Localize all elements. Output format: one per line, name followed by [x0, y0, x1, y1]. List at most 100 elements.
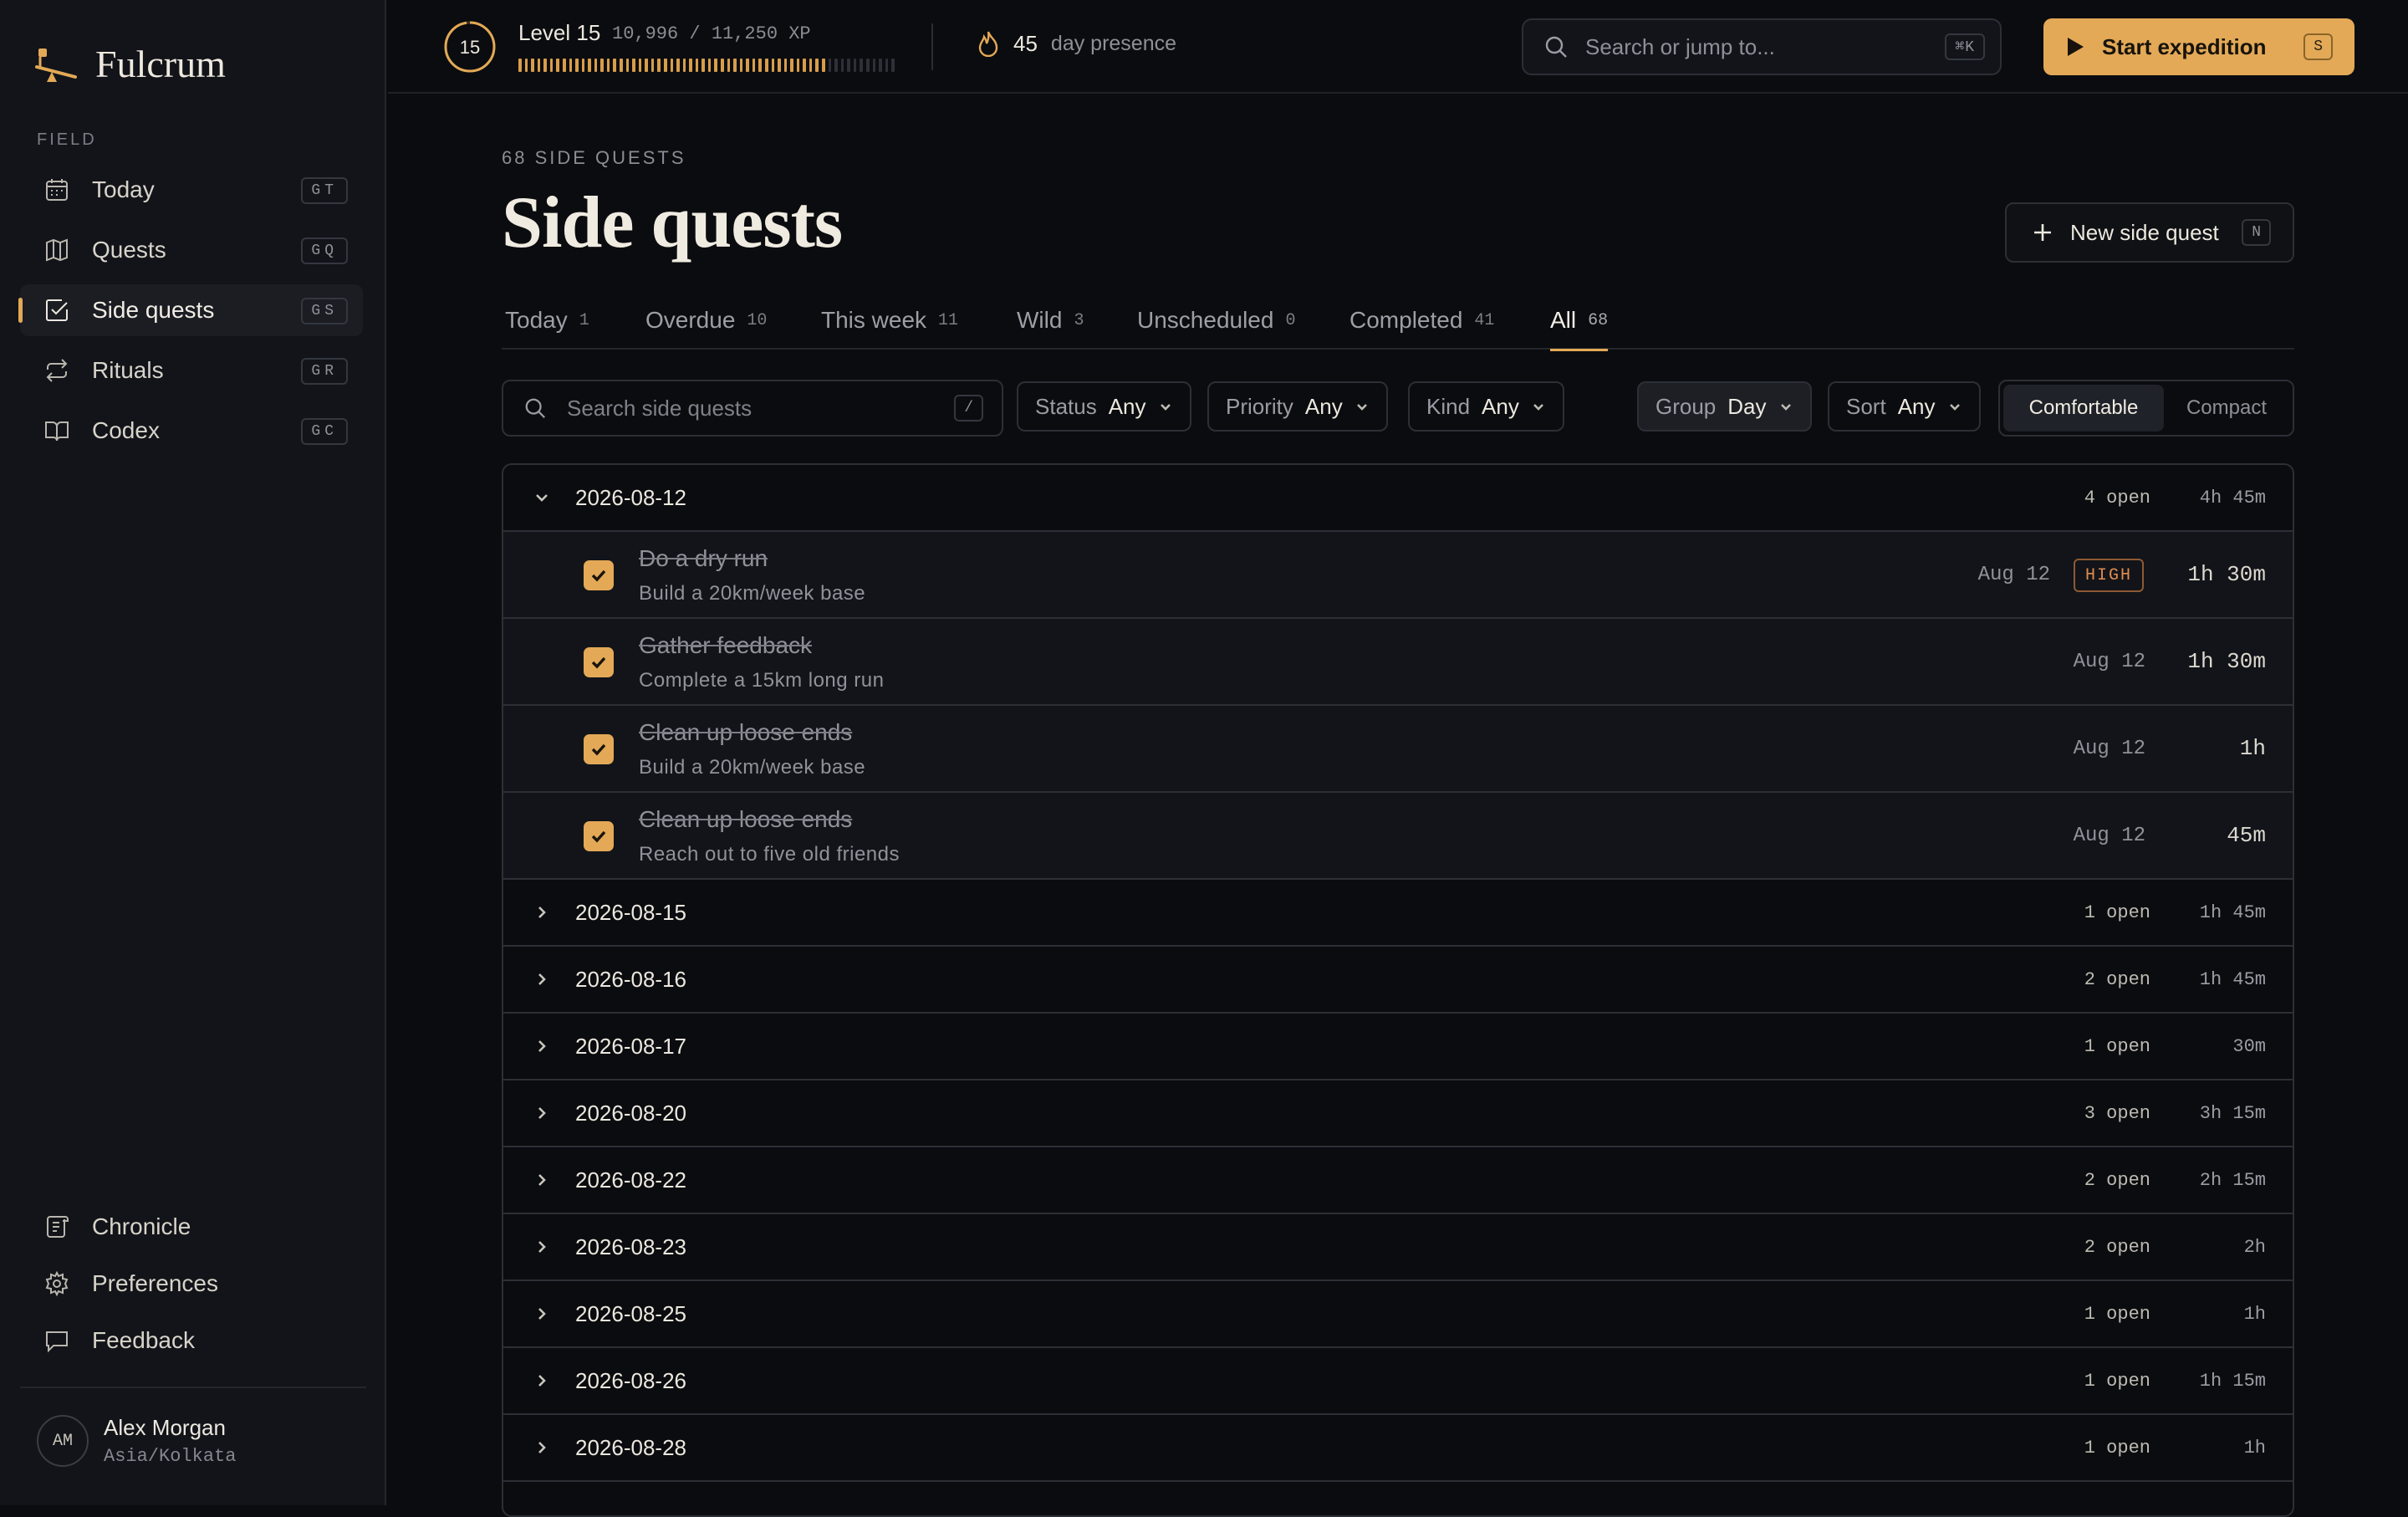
tab-unscheduled[interactable]: Unscheduled 0 — [1137, 291, 1295, 350]
chevron-down-icon — [1160, 404, 1171, 411]
brand-name: Fulcrum — [95, 42, 226, 85]
sort-selector[interactable]: Sort Any — [1828, 381, 1981, 432]
tab-completed[interactable]: Completed 41 — [1349, 291, 1494, 350]
group-open-count: 4 open — [2084, 487, 2150, 508]
task-checkbox[interactable] — [584, 560, 614, 590]
chevron-right-icon — [538, 1375, 546, 1387]
density-compact-button[interactable]: Compact — [2164, 385, 2289, 432]
xp-segment — [872, 59, 876, 72]
check-icon — [591, 743, 606, 756]
group-row[interactable]: 2026-08-17 1 open 30m — [503, 1014, 2293, 1080]
plus-icon — [2034, 224, 2051, 241]
tab-overdue[interactable]: Overdue 10 — [645, 291, 767, 350]
group-row[interactable]: 2026-08-28 1 open 1h — [503, 1415, 2293, 1482]
top-separator — [931, 23, 933, 70]
sidebar-item-quests[interactable]: Quests GQ — [20, 224, 363, 276]
sidebar-item-label: Feedback — [92, 1327, 195, 1353]
sidebar-item-preferences[interactable]: Preferences — [20, 1258, 363, 1310]
filter-value: Any — [1482, 393, 1519, 419]
sidebar: Fulcrum FIELD Today GT Quests GQ Side qu… — [0, 0, 386, 1505]
group-duration: 2h 15m — [2199, 1169, 2266, 1191]
tab-all[interactable]: All 68 — [1550, 291, 1609, 351]
status-filter[interactable]: Status Any — [1017, 381, 1191, 432]
group-row[interactable]: 2026-08-22 2 open 2h 15m — [503, 1147, 2293, 1214]
sidebar-nav: Today GT Quests GQ Side quests GS Ritual… — [18, 164, 363, 465]
xp-segment — [822, 59, 825, 72]
tab-bar: Today 1 Overdue 10 This week 11 Wild 3 Unsch… — [502, 291, 2294, 351]
sidebar-item-codex[interactable]: Codex GC — [20, 405, 363, 457]
global-search-input[interactable]: Search or jump to... ⌘K — [1522, 18, 2002, 75]
tab-wild[interactable]: Wild 3 — [1017, 291, 1084, 350]
group-selector[interactable]: Group Day — [1637, 381, 1812, 432]
task-row[interactable]: Do a dry run Build a 20km/week base Aug … — [503, 532, 2293, 619]
sidebar-item-today[interactable]: Today GT — [20, 164, 363, 216]
group-row[interactable]: 2026-08-25 1 open 1h — [503, 1281, 2293, 1348]
task-checkbox[interactable] — [584, 647, 614, 677]
user-profile[interactable]: AM Alex Morgan Asia/Kolkata — [37, 1415, 236, 1467]
tab-count: 11 — [938, 310, 959, 330]
xp-segment — [645, 59, 648, 72]
side-quest-search-input[interactable]: Search side quests / — [502, 380, 1003, 437]
chevron-right-icon — [538, 1040, 546, 1052]
sidebar-item-feedback[interactable]: Feedback — [20, 1315, 363, 1366]
brand[interactable]: Fulcrum — [33, 42, 226, 85]
xp-segment — [625, 59, 630, 72]
tab-label: Overdue — [645, 307, 736, 333]
sidebar-bottom-nav: Chronicle Preferences Feedback — [20, 1201, 363, 1371]
xp-segment — [543, 59, 547, 72]
start-expedition-button[interactable]: Start expedition S — [2043, 18, 2354, 75]
chevron-right-icon — [538, 1308, 546, 1320]
group-date: 2026-08-23 — [575, 1234, 686, 1259]
tab-this-week[interactable]: This week 11 — [821, 291, 958, 350]
sidebar-item-side-quests[interactable]: Side quests GS — [18, 284, 363, 336]
group-row[interactable]: 2026-08-26 1 open 1h 15m — [503, 1348, 2293, 1415]
xp-segment — [613, 59, 616, 72]
task-row[interactable]: Clean up loose ends Reach out to five ol… — [503, 793, 2293, 880]
xp-segment — [739, 59, 743, 72]
xp-segment — [695, 59, 699, 72]
group-row[interactable]: 2026-08-16 2 open 1h 45m — [503, 947, 2293, 1014]
xp-segment — [840, 59, 844, 72]
group-row[interactable]: 2026-08-15 1 open 1h 45m — [503, 880, 2293, 947]
xp-segment — [632, 59, 635, 72]
sidebar-item-rituals[interactable]: Rituals GR — [20, 345, 363, 396]
density-comfortable-button[interactable]: Comfortable — [2003, 385, 2164, 432]
tab-label: Completed — [1349, 307, 1463, 333]
xp-segment — [676, 59, 680, 72]
group-duration: 2h — [2243, 1236, 2266, 1258]
sidebar-item-chronicle[interactable]: Chronicle — [20, 1201, 363, 1253]
map-icon — [46, 238, 68, 262]
task-checkbox[interactable] — [584, 734, 614, 764]
tab-count: 1 — [579, 310, 589, 330]
group-row[interactable]: 2026-08-20 3 open 3h 15m — [503, 1080, 2293, 1147]
chevron-down-icon — [1356, 404, 1367, 411]
task-row[interactable]: Clean up loose ends Build a 20km/week ba… — [503, 706, 2293, 793]
group-date: 2026-08-15 — [575, 899, 686, 925]
xp-segment — [783, 59, 788, 72]
xp-segment — [790, 59, 793, 72]
task-row[interactable]: Gather feedback Complete a 15km long run… — [503, 619, 2293, 706]
kind-filter[interactable]: Kind Any — [1408, 381, 1564, 432]
filter-key: Priority — [1226, 393, 1293, 419]
play-icon — [2068, 38, 2084, 56]
xp-segment — [575, 59, 579, 72]
priority-filter[interactable]: Priority Any — [1207, 381, 1388, 432]
tab-today[interactable]: Today 1 — [505, 291, 589, 350]
group-row-expanded[interactable]: 2026-08-12 4 open 4h 45m — [503, 465, 2293, 532]
streak[interactable]: 45 day presence — [977, 30, 1176, 57]
group-row[interactable]: 2026-08-23 2 open 2h — [503, 1214, 2293, 1281]
tab-count: 41 — [1474, 310, 1495, 330]
new-side-quest-button[interactable]: New side quest N — [2005, 202, 2294, 263]
scroll-icon — [47, 1216, 69, 1238]
repeat-icon — [46, 359, 68, 382]
group-duration: 1h — [2243, 1437, 2266, 1458]
task-checkbox[interactable] — [584, 821, 614, 851]
chevron-right-icon — [538, 1442, 546, 1453]
collapsed-groups: 2026-08-15 1 open 1h 45m 2026-08-16 2 open 1h… — [503, 880, 2293, 1482]
group-open-count: 1 open — [2084, 1437, 2150, 1458]
xp-segment — [758, 59, 762, 72]
priority-badge: HIGH — [2073, 559, 2144, 592]
xp-segment — [549, 59, 554, 72]
filter-key: Sort — [1846, 393, 1886, 419]
tab-label: All — [1550, 307, 1577, 333]
